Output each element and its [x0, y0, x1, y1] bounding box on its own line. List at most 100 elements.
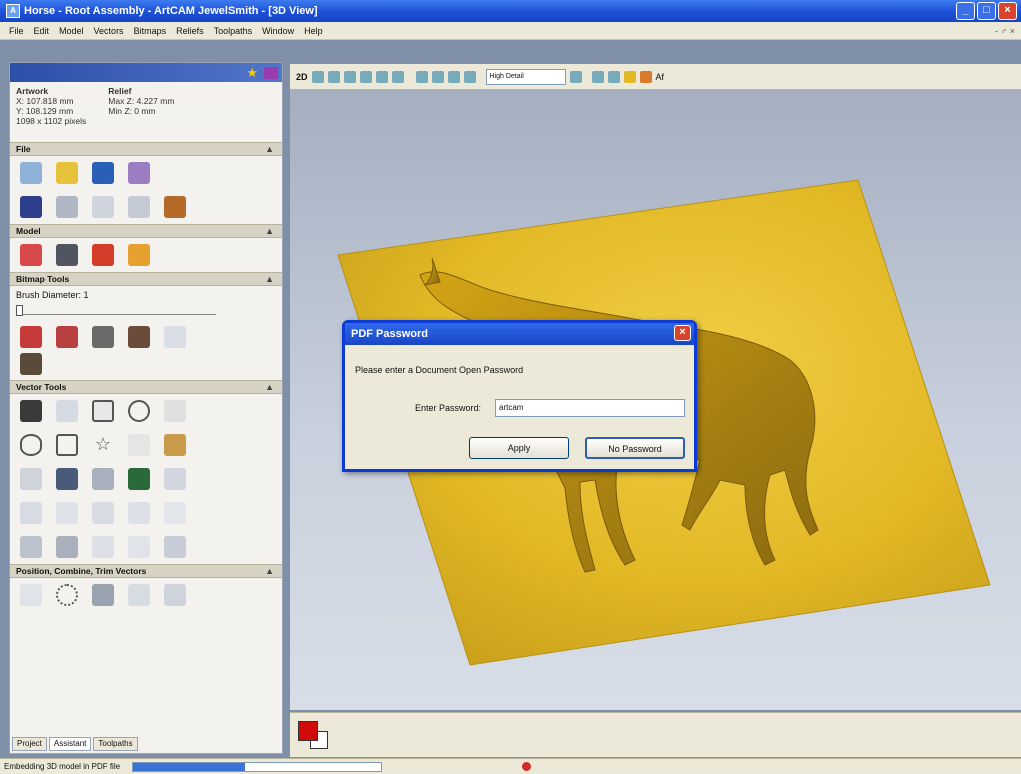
collapse-icon[interactable]: ▲ [265, 274, 274, 284]
mdi-controls[interactable]: - ♂ × [995, 26, 1021, 36]
brush-slider[interactable] [16, 303, 216, 316]
fill-grid-icon[interactable] [128, 468, 150, 490]
zoom-in-icon[interactable] [343, 70, 356, 83]
menu-file[interactable]: File [4, 26, 29, 36]
section-model[interactable]: Model ▲ [10, 224, 282, 238]
arc-icon[interactable] [128, 434, 150, 456]
align-icon[interactable] [20, 536, 42, 558]
polygon-icon[interactable] [56, 434, 78, 456]
section-position-combine[interactable]: Position, Combine, Trim Vectors ▲ [10, 564, 282, 578]
transform-icon[interactable] [56, 400, 78, 422]
light-icon[interactable] [591, 70, 604, 83]
import-icon[interactable] [128, 162, 150, 184]
menu-edit[interactable]: Edit [29, 26, 55, 36]
detail-select[interactable]: High Detail [485, 68, 566, 85]
dropdown-icon[interactable] [569, 70, 582, 83]
collapse-icon[interactable]: ▲ [265, 566, 274, 576]
af-button[interactable]: Af [656, 72, 665, 82]
move-icon[interactable] [327, 70, 340, 83]
bitmap-to-vector-icon[interactable] [128, 326, 150, 348]
star-burst-icon[interactable] [164, 536, 186, 558]
undo-icon[interactable] [20, 196, 42, 218]
model-origin-icon[interactable] [92, 244, 114, 266]
pick-color-icon[interactable] [92, 326, 114, 348]
star-icon[interactable]: ★ [246, 65, 258, 81]
node-edit-icon[interactable] [20, 468, 42, 490]
polygon-shape-icon[interactable] [164, 400, 186, 422]
smooth-icon[interactable] [20, 502, 42, 524]
wave-icon[interactable] [56, 502, 78, 524]
rectangle-icon[interactable] [92, 400, 114, 422]
trim-icon[interactable] [164, 584, 186, 606]
section-bitmap-tools[interactable]: Bitmap Tools ▲ [10, 272, 282, 286]
menu-help[interactable]: Help [299, 26, 328, 36]
render-icon[interactable] [639, 70, 652, 83]
view-2d-button[interactable]: 2D [296, 72, 308, 82]
new-file-icon[interactable] [20, 162, 42, 184]
fill-icon[interactable] [56, 326, 78, 348]
menu-bitmaps[interactable]: Bitmaps [129, 26, 172, 36]
maximize-button[interactable]: □ [977, 2, 996, 20]
matrix-icon[interactable] [164, 468, 186, 490]
section-file[interactable]: File ▲ [10, 142, 282, 156]
nest-icon[interactable] [56, 536, 78, 558]
model-resolution-icon[interactable] [56, 244, 78, 266]
collapse-icon[interactable]: ▲ [265, 226, 274, 236]
redo-icon[interactable] [56, 196, 78, 218]
view-side-icon[interactable] [463, 70, 476, 83]
view-front-icon[interactable] [447, 70, 460, 83]
bar-icon[interactable] [128, 536, 150, 558]
zoom-all-icon[interactable] [391, 70, 404, 83]
model-size-icon[interactable] [20, 244, 42, 266]
close-button[interactable]: × [998, 2, 1017, 20]
group-icon[interactable] [92, 584, 114, 606]
fillet-icon[interactable] [92, 536, 114, 558]
open-folder-icon[interactable] [56, 162, 78, 184]
menu-window[interactable]: Window [257, 26, 299, 36]
gem-icon[interactable] [264, 66, 278, 79]
grid-icon[interactable] [92, 468, 114, 490]
paste-icon[interactable] [164, 196, 186, 218]
apply-button[interactable]: Apply [469, 437, 569, 459]
model-image-icon[interactable] [128, 244, 150, 266]
cut-icon[interactable] [92, 196, 114, 218]
minimize-button[interactable]: _ [956, 2, 975, 20]
paint-brush-icon[interactable] [20, 326, 42, 348]
select-icon[interactable] [20, 400, 42, 422]
tab-assistant[interactable]: Assistant [48, 737, 92, 751]
pan-icon[interactable] [311, 70, 324, 83]
password-input[interactable]: artcam [495, 399, 685, 417]
tab-project[interactable]: Project [12, 737, 47, 751]
ellipse-icon[interactable] [20, 434, 42, 456]
collapse-icon[interactable]: ▲ [265, 382, 274, 392]
collapse-icon[interactable]: ▲ [265, 144, 274, 154]
slider-handle[interactable] [16, 305, 23, 316]
dialog-close-button[interactable]: × [674, 325, 691, 341]
view-top-icon[interactable] [431, 70, 444, 83]
view-iso-icon[interactable] [415, 70, 428, 83]
star-shape-icon[interactable]: ☆ [92, 434, 114, 456]
zoom-out-icon[interactable] [359, 70, 372, 83]
primary-color-swatch[interactable] [298, 721, 318, 741]
circle-icon[interactable] [128, 400, 150, 422]
combine-icon[interactable] [128, 584, 150, 606]
rotate-icon[interactable] [56, 584, 78, 606]
material-icon[interactable] [607, 70, 620, 83]
menu-model[interactable]: Model [54, 26, 89, 36]
color-icon[interactable] [623, 70, 636, 83]
menu-toolpaths[interactable]: Toolpaths [209, 26, 258, 36]
pen-icon[interactable] [20, 353, 42, 375]
arrow-icon[interactable] [164, 502, 186, 524]
erase-icon[interactable] [164, 326, 186, 348]
align-center-icon[interactable] [20, 584, 42, 606]
spiral-icon[interactable] [92, 502, 114, 524]
menu-vectors[interactable]: Vectors [89, 26, 129, 36]
zoom-box-icon[interactable] [375, 70, 388, 83]
section-vector-tools[interactable]: Vector Tools ▲ [10, 380, 282, 394]
snap-icon[interactable] [56, 468, 78, 490]
text-icon[interactable] [164, 434, 186, 456]
no-password-button[interactable]: No Password [585, 437, 685, 459]
offset-icon[interactable] [128, 502, 150, 524]
copy-icon[interactable] [128, 196, 150, 218]
menu-reliefs[interactable]: Reliefs [171, 26, 209, 36]
